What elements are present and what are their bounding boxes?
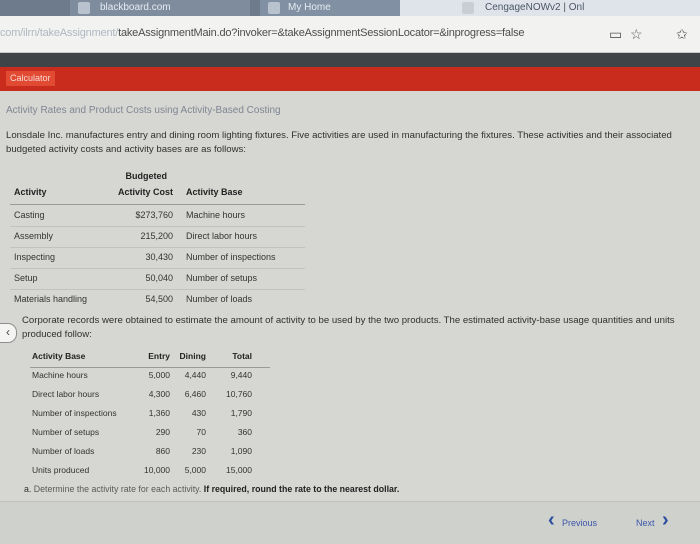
tab-label: CengageNOWv2 | Onl bbox=[485, 2, 585, 13]
records-paragraph: Corporate records were obtained to estim… bbox=[22, 315, 675, 340]
previous-label: Previous bbox=[562, 518, 598, 528]
next-label: Next bbox=[636, 518, 655, 528]
problem-title: Activity Rates and Product Costs using A… bbox=[6, 105, 281, 116]
blackboard-favicon-icon bbox=[78, 2, 90, 14]
url-text[interactable]: com/ilrn/takeAssignment/takeAssignmentMa… bbox=[0, 27, 524, 39]
favorites-list-icon[interactable]: ✩ bbox=[676, 26, 688, 43]
activity-base-header: Activity Base bbox=[186, 187, 243, 197]
entry-header: Entry bbox=[148, 351, 170, 361]
dining-header: Dining bbox=[179, 351, 206, 361]
budget-table-header: Activity Activity Cost Activity Base bbox=[10, 183, 305, 203]
table-row: Materials handling 54,500 Number of load… bbox=[14, 294, 253, 304]
table-row: Machine hours 5,000 4,440 9,440 bbox=[32, 370, 252, 380]
calculator-button[interactable]: Calculator bbox=[6, 71, 55, 86]
table-row: Inspecting 30,430 Number of inspections bbox=[14, 252, 276, 262]
table-row: Direct labor hours 4,300 6,460 10,760 bbox=[32, 389, 252, 399]
previous-button[interactable]: ‹ Previous bbox=[548, 509, 610, 534]
header-divider bbox=[10, 204, 305, 205]
home-favicon-icon bbox=[268, 2, 280, 14]
footer-nav: ‹ Previous Next › bbox=[0, 501, 700, 544]
table-row: Number of inspections 1,360 430 1,790 bbox=[32, 408, 252, 418]
reader-view-icon[interactable]: ▭ bbox=[609, 26, 622, 43]
total-header: Total bbox=[232, 351, 252, 361]
next-button[interactable]: Next › bbox=[626, 509, 674, 534]
chevron-left-icon: ‹ bbox=[548, 509, 555, 531]
question-rounding-note: If required, round the rate to the neare… bbox=[203, 484, 400, 494]
table-row: Number of setups 290 70 360 bbox=[32, 427, 252, 437]
tab-my-home[interactable]: My Home bbox=[260, 0, 400, 16]
activity-base-header: Activity Base bbox=[32, 351, 86, 361]
table-row: Casting $273,760 Machine hours bbox=[14, 210, 246, 220]
intro-paragraph: Lonsdale Inc. manufactures entry and din… bbox=[6, 130, 672, 155]
tab-label: blackboard.com bbox=[100, 2, 171, 13]
app-header-bar bbox=[0, 53, 700, 67]
question-prefix: a. bbox=[24, 484, 32, 494]
browser-tab-bar: blackboard.com My Home CengageNOWv2 | On… bbox=[0, 0, 700, 16]
cengage-favicon-icon bbox=[462, 2, 474, 14]
collapse-panel-arrow-icon[interactable]: ‹ bbox=[0, 323, 17, 343]
budgeted-header: Budgeted bbox=[125, 171, 168, 181]
tab-label: My Home bbox=[288, 2, 331, 13]
chevron-right-icon: › bbox=[662, 509, 669, 531]
table-row: Number of loads 860 230 1,090 bbox=[32, 446, 252, 456]
toolbar: Calculator bbox=[0, 67, 700, 91]
tab-cengage[interactable]: CengageNOWv2 | Onl bbox=[400, 0, 700, 16]
table-row: Assembly 215,200 Direct labor hours bbox=[14, 231, 258, 241]
usage-table-header: Activity Base Entry Dining Total bbox=[30, 348, 270, 367]
address-bar[interactable]: com/ilrn/takeAssignment/takeAssignmentMa… bbox=[0, 16, 700, 53]
question-text: Determine the activity rate for each act… bbox=[33, 484, 202, 494]
question-a: a. Determine the activity rate for each … bbox=[24, 482, 684, 496]
problem-content: Activity Rates and Product Costs using A… bbox=[0, 91, 700, 501]
table-row: Setup 50,040 Number of setups bbox=[14, 273, 258, 283]
activity-cost-header: Activity Cost bbox=[117, 187, 173, 197]
table-row: Units produced 10,000 5,000 15,000 bbox=[32, 465, 252, 475]
activity-header: Activity bbox=[14, 187, 47, 197]
star-icon[interactable]: ☆ bbox=[630, 26, 643, 43]
tab-blackboard[interactable]: blackboard.com bbox=[70, 0, 250, 16]
